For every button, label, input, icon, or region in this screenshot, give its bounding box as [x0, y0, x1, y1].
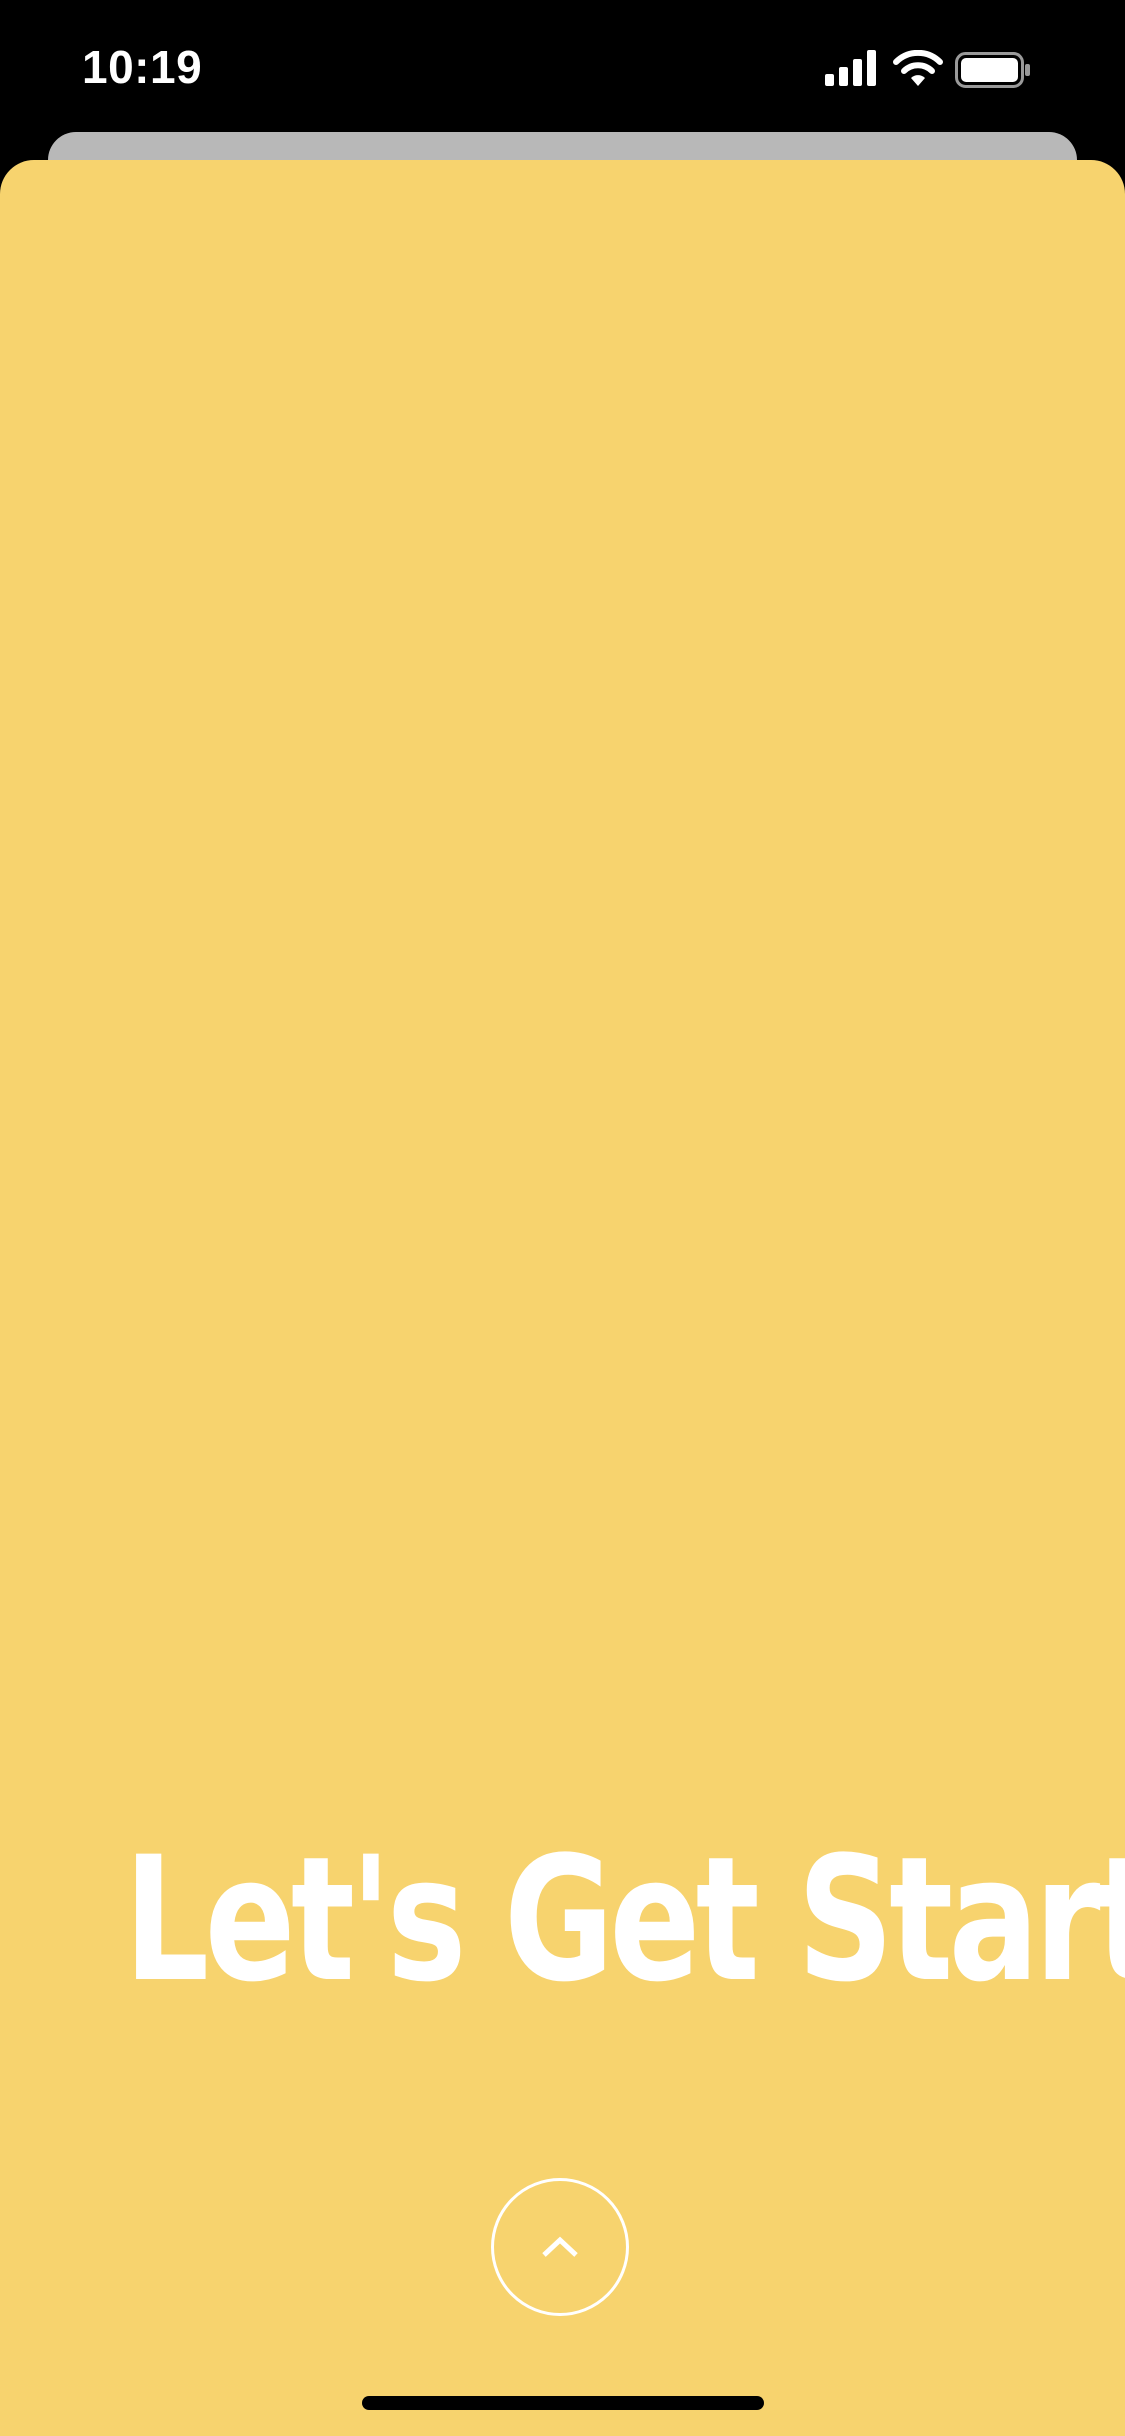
chevron-up-icon — [542, 2236, 578, 2257]
status-bar: 10:19 — [0, 0, 1125, 135]
status-time: 10:19 — [82, 41, 203, 93]
status-icons — [825, 50, 1085, 90]
headline: Let's Get Started — [123, 1819, 1125, 2020]
onboarding-sheet: Let's Get Started — [0, 160, 1125, 2436]
signal-icon — [825, 50, 876, 86]
app-screen: 10:19 Let's Get Started — [0, 0, 1125, 2436]
swipe-up-button[interactable] — [491, 2178, 629, 2316]
home-indicator[interactable] — [362, 2396, 764, 2410]
battery-icon — [955, 52, 1030, 88]
wifi-icon — [893, 50, 943, 86]
